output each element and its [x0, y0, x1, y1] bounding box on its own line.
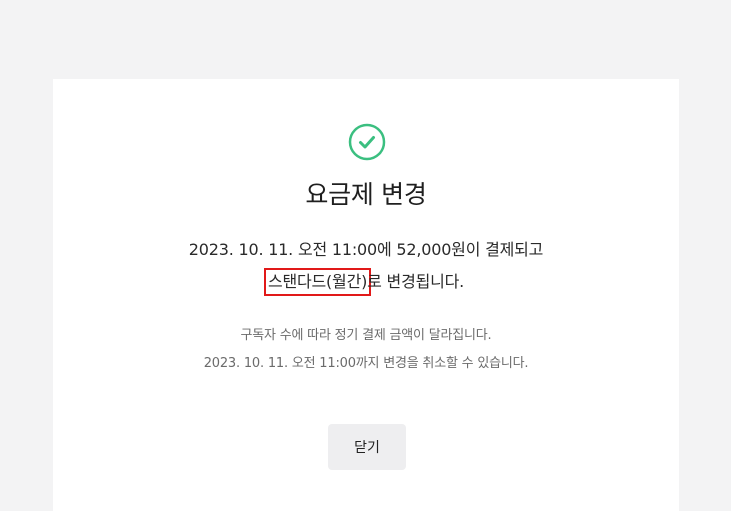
- dialog-title: 요금제 변경: [305, 180, 427, 209]
- billing-note: 구독자 수에 따라 정기 결제 금액이 달라집니다.: [240, 328, 492, 343]
- close-button[interactable]: 닫기: [328, 424, 406, 470]
- check-circle-icon: [348, 123, 386, 161]
- plan-change-message: 스탠다드(월간)로 변경됩니다.: [53, 268, 679, 296]
- cancel-deadline-note: 2023. 10. 11. 오전 11:00까지 변경을 취소할 수 있습니다.: [203, 356, 529, 371]
- charge-message: 2023. 10. 11. 오전 11:00에 52,000원이 결제되고: [188, 240, 544, 259]
- plan-change-dialog: 요금제 변경 2023. 10. 11. 오전 11:00에 52,000원이 …: [53, 79, 679, 511]
- plan-name-highlight: 스탠다드(월간): [263, 268, 372, 296]
- plan-change-suffix: 로 변경됩니다.: [367, 272, 465, 291]
